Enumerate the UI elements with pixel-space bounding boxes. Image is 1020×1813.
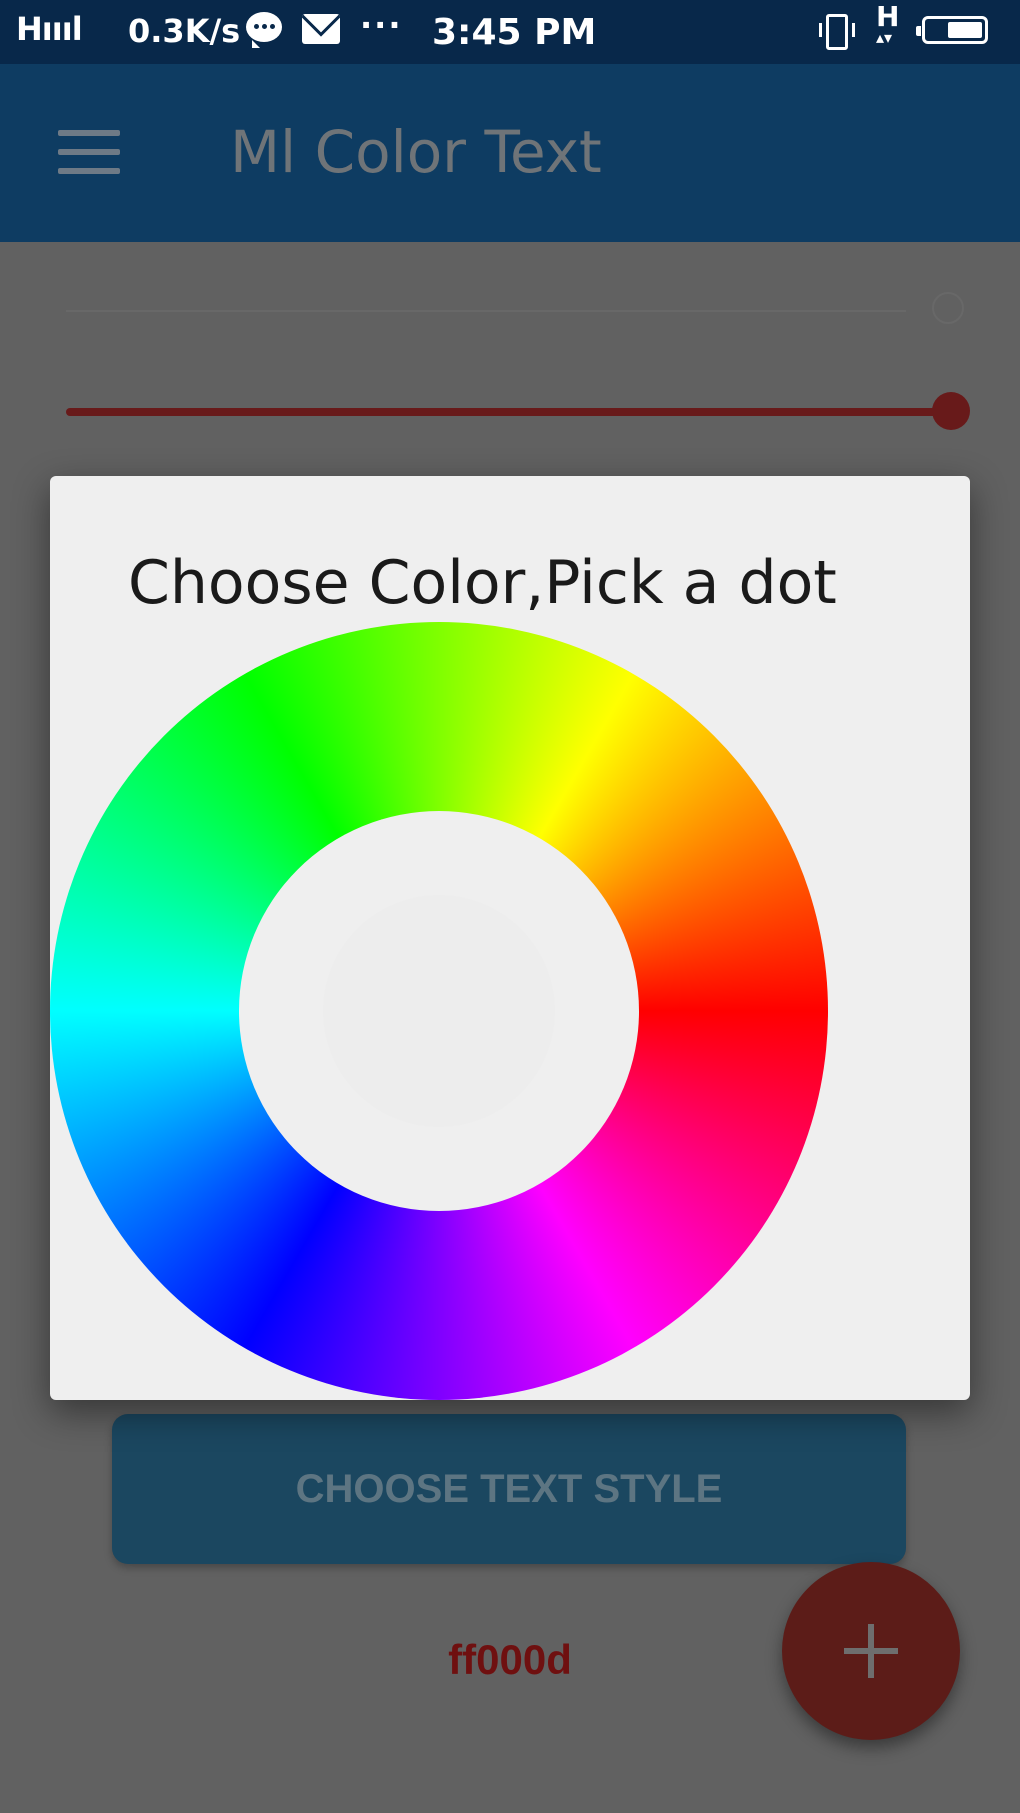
radio-button[interactable] xyxy=(932,292,964,324)
dialog-title: Choose Color,Pick a dot xyxy=(128,548,837,618)
battery-icon xyxy=(916,16,988,44)
signal-icon: Hıııl xyxy=(16,10,83,48)
size-slider[interactable] xyxy=(66,408,956,416)
selected-color-dot[interactable] xyxy=(323,895,555,1127)
status-bar: Hıııl 0.3K/s ··· 3:45 PM H ▴▾ xyxy=(0,0,1020,64)
app-title: Ml Color Text xyxy=(230,118,602,186)
network-speed: 0.3K/s xyxy=(128,12,241,50)
hamburger-menu-icon[interactable] xyxy=(58,130,120,174)
signal-type-label: H xyxy=(16,10,43,48)
slider-thumb[interactable] xyxy=(932,392,970,430)
color-wheel[interactable] xyxy=(50,622,828,1400)
color-wheel-center xyxy=(239,811,639,1211)
add-fab-button[interactable] xyxy=(782,1562,960,1740)
mail-icon xyxy=(302,14,340,44)
text-input[interactable] xyxy=(66,310,906,312)
choose-text-style-button[interactable]: CHOOSE TEXT STYLE xyxy=(112,1414,906,1564)
clock: 3:45 PM xyxy=(432,12,597,53)
network-type-icon: H ▴▾ xyxy=(876,0,900,47)
chat-icon xyxy=(246,12,282,48)
vibrate-icon xyxy=(819,14,855,50)
color-picker-dialog: Choose Color,Pick a dot xyxy=(50,476,970,1400)
more-notifications-icon: ··· xyxy=(360,6,403,44)
